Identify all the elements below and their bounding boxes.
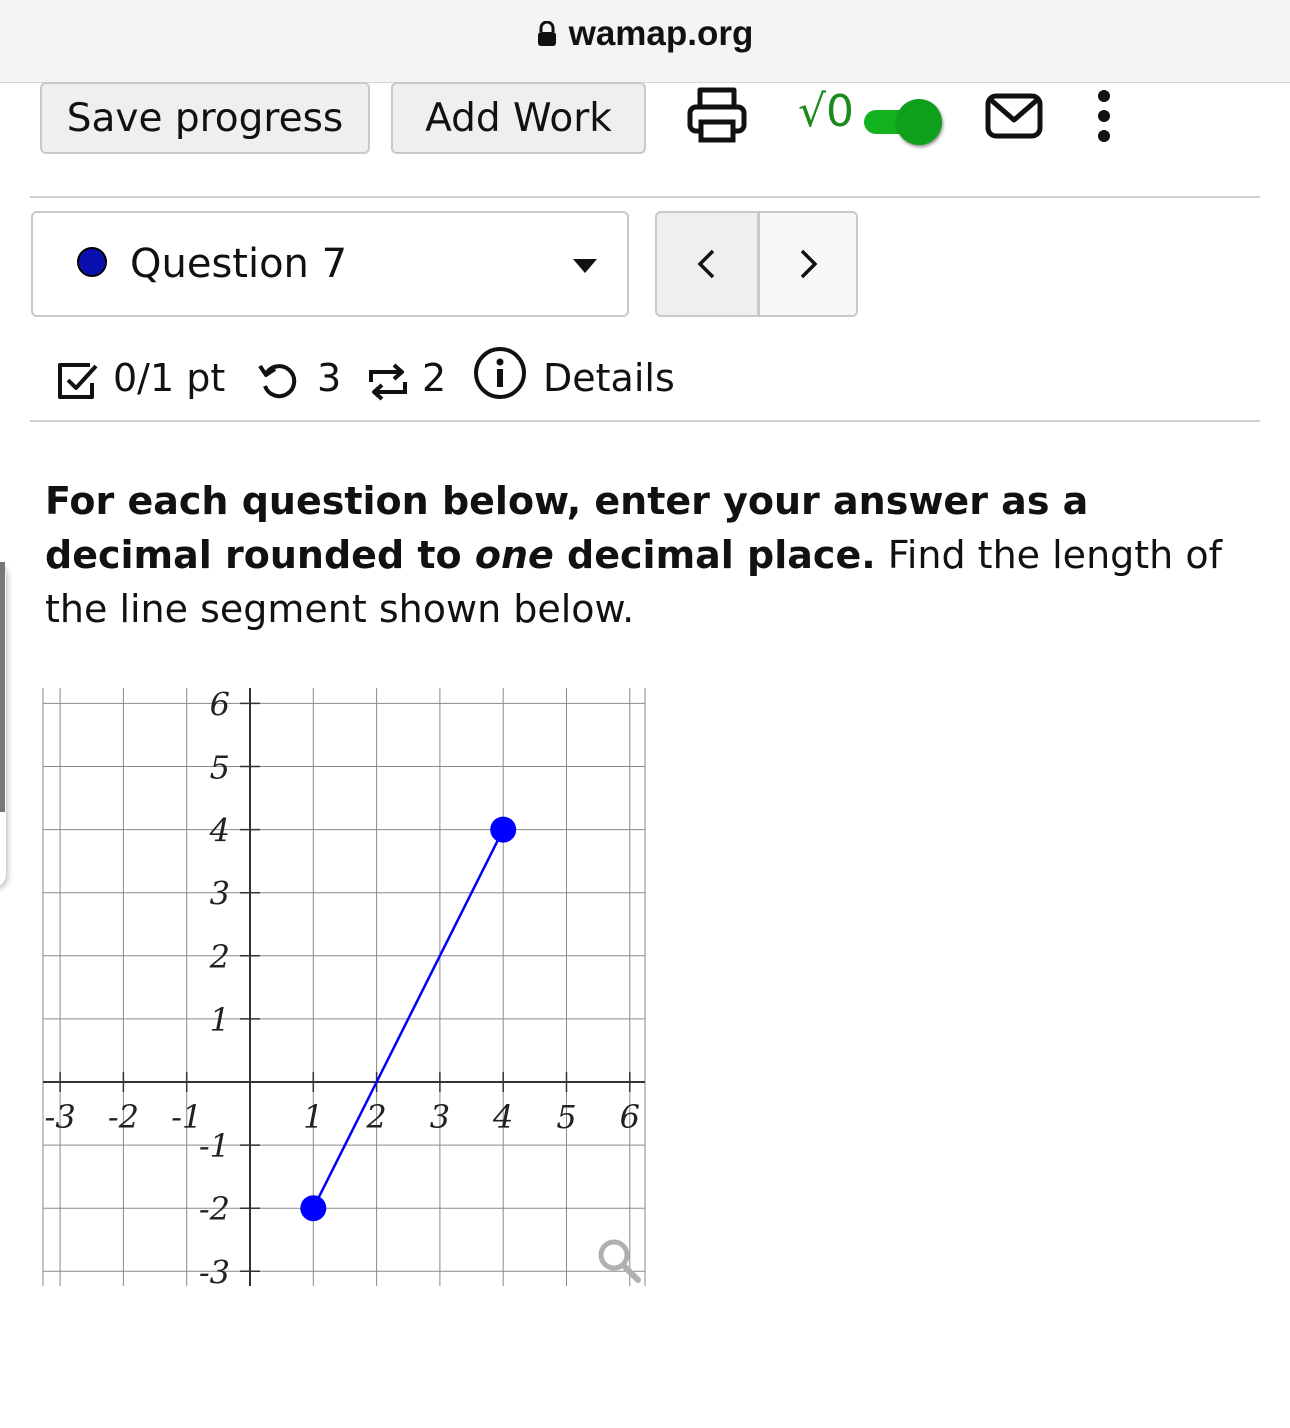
y-tick-label: 2 — [209, 938, 230, 976]
x-tick-label: -2 — [108, 1098, 139, 1136]
x-tick-label: 3 — [430, 1098, 450, 1136]
y-tick-label: -2 — [199, 1190, 230, 1228]
coordinate-graph: -3 -2 -1 1 2 3 4 5 6 6 5 4 3 2 1 -1 -2 -3 — [42, 685, 646, 1291]
segment-endpoint — [490, 816, 517, 843]
x-tick-label: -1 — [171, 1098, 202, 1136]
y-tick-label: 3 — [210, 875, 230, 913]
y-tick-label: 5 — [210, 749, 230, 787]
segment-endpoint — [300, 1195, 327, 1222]
x-tick-label: 5 — [556, 1098, 576, 1136]
x-tick-label: 6 — [620, 1098, 640, 1136]
zoom-icon[interactable] — [598, 1239, 641, 1283]
x-tick-label: 2 — [365, 1098, 386, 1136]
y-tick-label: -3 — [199, 1253, 230, 1291]
tick-labels: -3 -2 -1 1 2 3 4 5 6 6 5 4 3 2 1 -1 -2 -3 — [45, 685, 640, 1291]
grid-lines — [42, 688, 646, 1286]
y-tick-label: 1 — [210, 1001, 230, 1039]
y-tick-label: -1 — [199, 1127, 230, 1165]
x-tick-label: 4 — [492, 1098, 513, 1136]
x-tick-label: -3 — [45, 1098, 76, 1136]
x-tick-label: 1 — [303, 1098, 323, 1136]
y-tick-label: 6 — [210, 685, 230, 723]
y-tick-label: 4 — [209, 812, 230, 850]
axes — [43, 688, 645, 1286]
